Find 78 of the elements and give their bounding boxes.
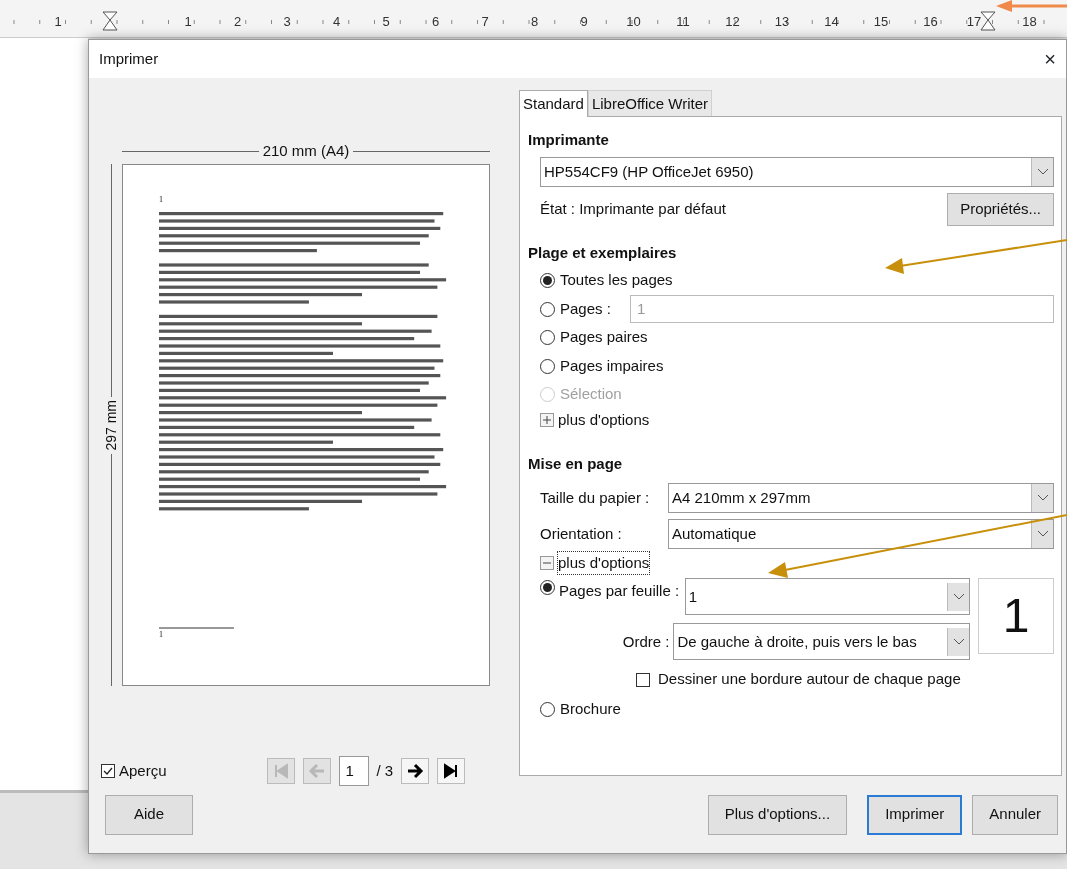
checkbox[interactable]: [636, 672, 650, 687]
ruler-number: 5: [382, 14, 390, 29]
ruler-number: 9: [580, 14, 588, 29]
printer-dropdown[interactable]: HP554CF9 (HP OfficeJet 6950): [540, 157, 1054, 188]
ruler-number: 1: [184, 14, 192, 29]
ruler-number: 3: [283, 14, 291, 29]
ruler-number: 11: [676, 14, 690, 29]
footnote-number: 1: [159, 630, 164, 640]
radio-button[interactable]: [540, 301, 555, 317]
ruler-number: 16: [923, 14, 938, 29]
radio-button[interactable]: [540, 330, 555, 346]
expander-label[interactable]: plus d'options: [558, 551, 650, 575]
close-button[interactable]: ×: [1044, 43, 1056, 74]
chevron-down-icon: [1036, 529, 1049, 538]
annotation-arrow: [996, 0, 1067, 12]
window-title: Imprimer: [99, 48, 159, 69]
option-label[interactable]: Pages :: [560, 297, 611, 321]
page-number: 1: [159, 195, 164, 205]
ruler-number: 13: [774, 14, 790, 29]
field-label: Taille du papier :: [540, 487, 651, 508]
tab[interactable]: Standard: [519, 89, 588, 117]
preview-checkbox[interactable]: Aperçu: [101, 760, 167, 783]
page-count: / 3: [376, 761, 394, 782]
cancel-button[interactable]: Annuler: [972, 794, 1058, 835]
radio-button[interactable]: [540, 580, 555, 596]
last-page-button[interactable]: [437, 758, 466, 785]
ruler-number: 4: [332, 14, 341, 29]
ruler-number: 18: [1022, 14, 1037, 29]
layout-preview: 1: [978, 578, 1054, 655]
indent-marker-icon[interactable]: [980, 11, 996, 31]
orientation-dropdown[interactable]: Automatique: [668, 518, 1054, 549]
help-button[interactable]: Aide: [105, 794, 193, 835]
properties-button[interactable]: Propriétés...: [947, 193, 1054, 226]
section-heading: Plage et exemplaires: [528, 242, 677, 263]
order-dropdown[interactable]: De gauche à droite, puis vers le bas: [673, 623, 971, 661]
ruler-number: 1: [54, 14, 62, 29]
indent-marker-icon[interactable]: [102, 11, 118, 31]
pages-per-sheet-dropdown[interactable]: 1: [684, 578, 971, 616]
field-label: Orientation :: [540, 523, 623, 544]
chevron-down-icon: [1036, 493, 1049, 502]
radio-button[interactable]: [540, 273, 555, 289]
next-button[interactable]: [401, 758, 430, 785]
expander-icon[interactable]: [540, 556, 554, 571]
ruler-number: 12: [725, 14, 740, 29]
field-label: Ordre :: [622, 631, 670, 652]
ruler-number: 2: [233, 14, 242, 29]
printer-status: État : Imprimante par défaut: [540, 199, 726, 220]
tab[interactable]: LibreOffice Writer: [587, 89, 713, 116]
ruler-number: 15: [873, 14, 889, 29]
section-heading: Imprimante: [528, 129, 609, 150]
expander-icon[interactable]: [540, 413, 554, 428]
ruler-number: 14: [824, 14, 839, 29]
chevron-down-icon: [952, 592, 965, 601]
radio-button[interactable]: [540, 701, 555, 717]
ruler-number: 7: [481, 14, 489, 29]
paper-size-dropdown[interactable]: A4 210mm x 297mm: [668, 482, 1054, 513]
print-button[interactable]: Imprimer: [867, 794, 963, 835]
expander-label[interactable]: plus d'options: [558, 408, 650, 432]
section-heading: Mise en page: [528, 454, 623, 475]
previous-icon: [307, 762, 326, 781]
option-label[interactable]: Toutes les pages: [560, 269, 673, 292]
chevron-down-icon: [1036, 168, 1049, 177]
next-icon: [406, 762, 425, 781]
option-label[interactable]: Pages par feuille :: [559, 580, 680, 603]
page-field[interactable]: 1: [338, 756, 369, 787]
width-label: 210 mm (A4): [261, 140, 351, 161]
chevron-down-icon: [952, 637, 965, 646]
option-label[interactable]: Pages impaires: [560, 354, 664, 378]
option-label[interactable]: Brochure: [560, 697, 621, 721]
ruler-number: 6: [431, 14, 440, 29]
option-label[interactable]: Pages paires: [560, 326, 648, 349]
height-label: 297 mm: [102, 399, 120, 453]
ruler-number: 10: [626, 14, 641, 29]
checkbox-label[interactable]: Dessiner une bordure autour de chaque page: [658, 668, 961, 691]
more-options-button[interactable]: Plus d'options...: [707, 794, 848, 835]
radio-button[interactable]: [540, 358, 555, 374]
ruler-number: 8: [530, 14, 539, 29]
ruler-number: 17: [966, 14, 982, 29]
